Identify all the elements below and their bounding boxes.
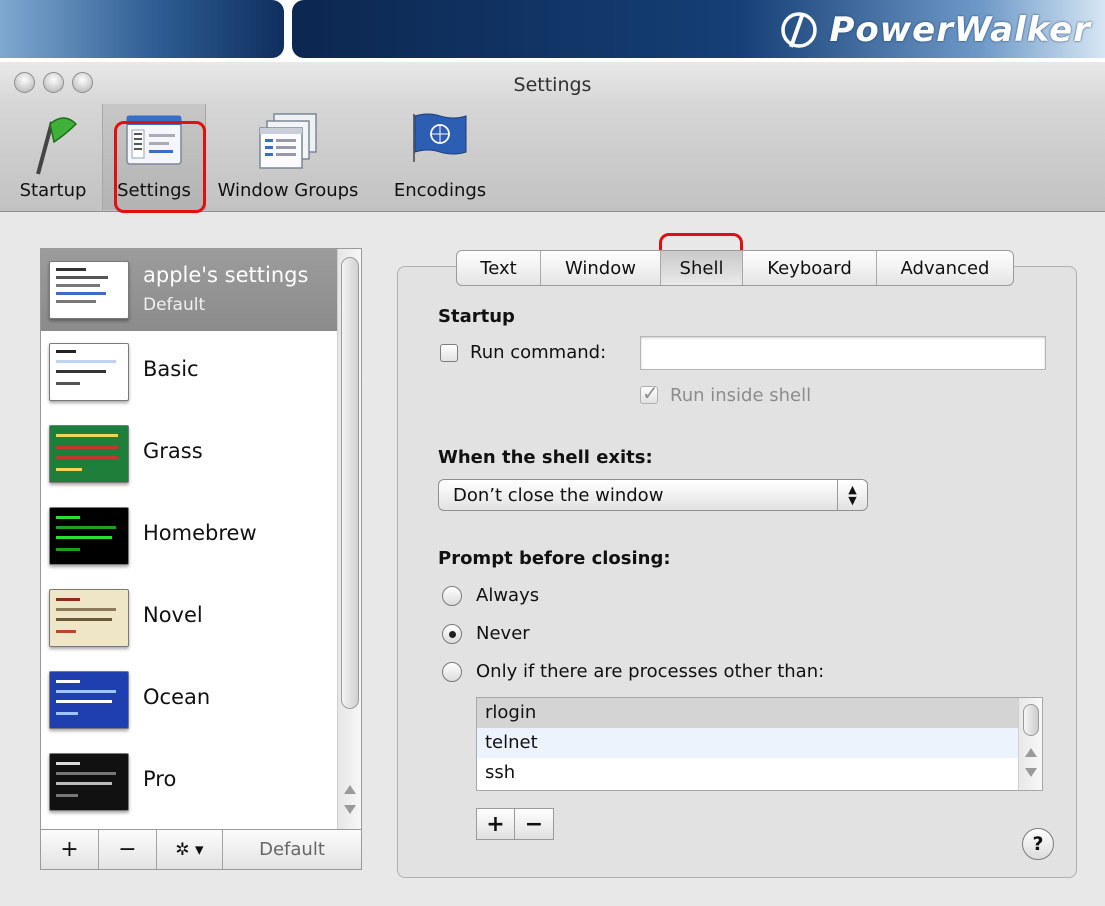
profile-item-grass[interactable]: Grass (41, 413, 337, 495)
profile-name: Grass (143, 439, 203, 463)
radio-never-label: Never (476, 623, 530, 644)
scroll-down-arrow-icon[interactable] (1025, 768, 1037, 777)
profile-thumbnail (49, 343, 129, 401)
profile-thumbnail (49, 589, 129, 647)
process-list-buttons: + − (476, 808, 554, 840)
un-flag-icon (413, 113, 467, 162)
set-default-button[interactable]: Default (223, 830, 361, 869)
run-inside-shell-checkbox[interactable]: ✓ (640, 381, 659, 405)
profile-item-pro[interactable]: Pro (41, 741, 337, 823)
exit-heading: When the shell exits: (438, 447, 653, 468)
brand-name: PowerWalker (829, 10, 1091, 50)
window-groups-icon (259, 113, 317, 169)
shell-exit-action-select[interactable]: Don’t close the window ▲ ▼ (438, 479, 868, 511)
toolbar-label-settings: Settings (117, 180, 191, 201)
toolbar-item-startup[interactable]: Startup (8, 104, 98, 210)
add-process-button[interactable]: + (477, 809, 515, 839)
toolbar-item-window-groups[interactable]: Window Groups (208, 104, 368, 210)
run-command-checkbox[interactable] (440, 344, 458, 362)
toolbar-label-startup: Startup (19, 180, 87, 201)
remove-profile-button[interactable]: − (99, 830, 157, 869)
profile-item-novel[interactable]: Novel (41, 577, 337, 659)
toolbar-item-settings[interactable]: Settings (102, 104, 206, 210)
scroll-up-arrow-icon[interactable] (344, 785, 356, 794)
prompt-heading: Prompt before closing: (438, 548, 671, 569)
gear-menu-button[interactable]: ✲ ▾ (157, 830, 223, 869)
tab-keyboard[interactable]: Keyboard (743, 251, 877, 285)
list-item[interactable]: rlogin (477, 698, 1018, 728)
process-list-scrollbar[interactable] (1018, 698, 1042, 790)
shell-exit-action-value: Don’t close the window (453, 485, 664, 506)
power-walker-logo-icon (781, 12, 818, 48)
profile-item-basic[interactable]: Basic (41, 331, 337, 413)
settings-profile-icon (126, 115, 182, 165)
profile-name: Ocean (143, 685, 211, 709)
window-title: Settings (513, 74, 592, 96)
scroll-down-arrow-icon[interactable] (344, 805, 356, 814)
scrollbar-thumb[interactable] (1023, 704, 1039, 736)
profile-name: Homebrew (143, 521, 257, 545)
brand-banner: PowerWalker (0, 0, 1105, 58)
profile-name: apple's settings (143, 263, 309, 287)
radio-only-if-label: Only if there are processes other than: (476, 661, 825, 682)
profile-name: Novel (143, 603, 203, 627)
run-inside-shell-label: Run inside shell (670, 385, 812, 406)
process-exception-list[interactable]: rlogin telnet ssh (476, 697, 1043, 791)
radio-only-if-processes[interactable] (442, 662, 462, 682)
profile-thumbnail (49, 261, 129, 319)
settings-tab-bar: Text Window Shell Keyboard Advanced (456, 250, 1014, 286)
profile-list-scrollbar[interactable] (337, 249, 361, 829)
popup-stepper-icon: ▲ ▼ (837, 480, 867, 510)
toolbar-item-encodings[interactable]: Encodings (382, 104, 498, 210)
remove-process-button[interactable]: − (515, 809, 553, 839)
toolbar-label-encodings: Encodings (393, 180, 487, 201)
toolbar-label-window-groups: Window Groups (217, 180, 359, 201)
run-command-input[interactable] (640, 336, 1046, 370)
profile-default-label: Default (143, 295, 206, 315)
preferences-toolbar: Startup Settings Window Groups Encodings (0, 104, 1105, 212)
profile-thumbnail (49, 507, 129, 565)
profile-item-homebrew[interactable]: Homebrew (41, 495, 337, 577)
tab-text[interactable]: Text (457, 251, 541, 285)
radio-always[interactable] (442, 586, 462, 606)
profile-item-apples-settings[interactable]: apple's settings Default (41, 249, 337, 331)
list-item[interactable]: telnet (477, 728, 1018, 758)
radio-never[interactable] (442, 624, 462, 644)
list-item[interactable]: ssh (477, 758, 1018, 788)
tab-window[interactable]: Window (541, 251, 661, 285)
profile-thumbnail (49, 753, 129, 811)
profile-name: Basic (143, 357, 199, 381)
title-bar: Settings (0, 62, 1105, 104)
profile-list-buttons: + − ✲ ▾ Default (40, 830, 362, 870)
add-profile-button[interactable]: + (41, 830, 99, 869)
tab-advanced[interactable]: Advanced (877, 251, 1013, 285)
profile-item-ocean[interactable]: Ocean (41, 659, 337, 741)
tab-shell[interactable]: Shell (661, 251, 743, 285)
help-button[interactable]: ? (1022, 828, 1054, 860)
banner-left-segment (0, 0, 284, 58)
run-command-label: Run command: (470, 342, 607, 363)
profile-name: Pro (143, 767, 177, 791)
profile-thumbnail (49, 425, 129, 483)
scroll-up-arrow-icon[interactable] (1025, 748, 1037, 757)
checkmark-icon: ✓ (642, 381, 659, 405)
scrollbar-thumb[interactable] (341, 257, 359, 709)
profile-thumbnail (49, 671, 129, 729)
startup-heading: Startup (438, 306, 515, 327)
radio-always-label: Always (476, 585, 540, 606)
flag-icon (36, 117, 78, 175)
brand-logo: PowerWalker (777, 8, 1091, 52)
profile-list[interactable]: apple's settings Default Basic Grass Hom… (40, 248, 362, 830)
